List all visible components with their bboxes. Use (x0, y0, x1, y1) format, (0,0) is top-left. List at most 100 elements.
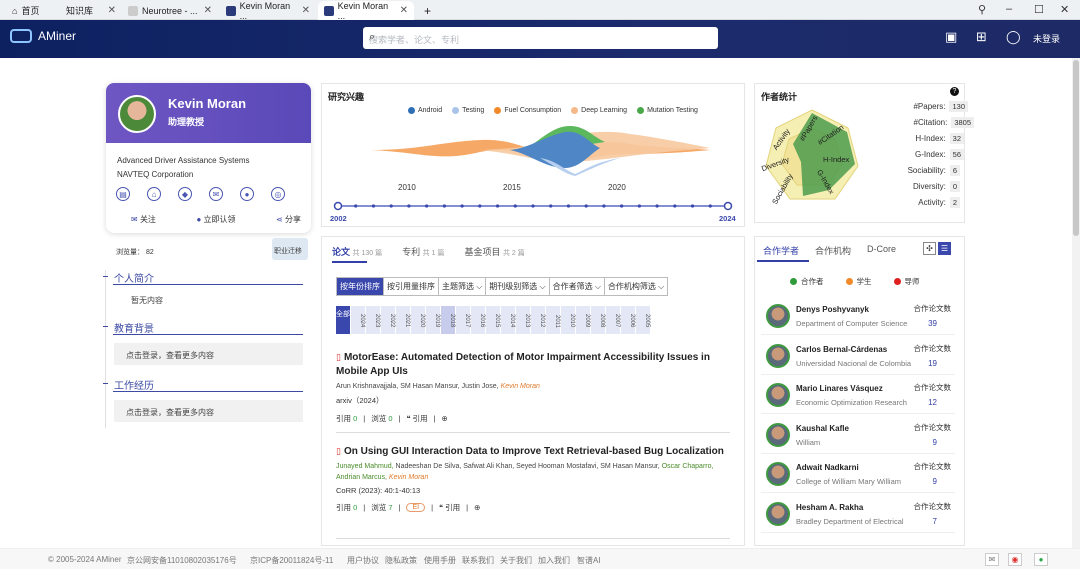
footer-link[interactable]: 使用手册 (424, 555, 456, 566)
tab-coauthors[interactable]: 合作学者 (763, 244, 799, 257)
help-icon[interactable]: ? (950, 87, 959, 96)
sort-by-year[interactable]: 按年份排序 (337, 278, 384, 295)
cite-button[interactable]: ❝ 引用 (406, 413, 427, 424)
filter-topic[interactable]: 主题筛选 ⌵ (439, 278, 487, 295)
weibo-icon[interactable]: ◉ (1008, 553, 1022, 566)
pdf-icon[interactable]: ▯ (336, 446, 341, 456)
legend-fuel[interactable]: Fuel Consumption (494, 107, 561, 114)
year-chip[interactable]: 2006 (621, 306, 635, 334)
year-chip[interactable]: 2007 (606, 306, 620, 334)
work-login-prompt[interactable]: 点击登录，查看更多内容 (114, 400, 303, 422)
year-chip[interactable]: 2019 (426, 306, 440, 334)
footer-link[interactable]: 隐私政策 (385, 555, 417, 566)
follow-button[interactable]: ✉ 关注 (131, 214, 156, 225)
footer-link[interactable]: 智谱AI (577, 555, 601, 566)
year-chip[interactable]: 2018 (441, 306, 455, 334)
tab-grants[interactable]: 基金项目 共 2 篇 (464, 245, 524, 258)
education-icon[interactable]: ◆ (178, 187, 192, 201)
legend-mutation[interactable]: Mutation Testing (637, 107, 698, 114)
year-chip[interactable]: 2010 (561, 306, 575, 334)
coauthored-count[interactable]: 12 (928, 398, 937, 407)
year-chip[interactable]: 2015 (486, 306, 500, 334)
tab-kevin-active[interactable]: Kevin Moran ... ✕ (318, 1, 414, 21)
footer-link[interactable]: 加入我们 (538, 555, 570, 566)
avatar[interactable] (766, 383, 790, 407)
close-icon[interactable]: ✕ (302, 5, 310, 16)
graph-view-icon[interactable]: ✣ (923, 242, 936, 255)
year-all[interactable]: 全部 (336, 306, 350, 334)
avatar[interactable] (766, 343, 790, 368)
collaborator-name[interactable]: Kaushal Kafle (796, 424, 849, 433)
contact-card-icon[interactable]: ▤ (116, 187, 130, 201)
close-icon[interactable]: ✕ (400, 5, 408, 16)
collaborator-name[interactable]: Adwait Nadkarni (796, 463, 859, 472)
coauthored-count[interactable]: 39 (928, 319, 937, 328)
year-chip[interactable]: 2005 (636, 306, 650, 334)
year-chip[interactable]: 2014 (501, 306, 515, 334)
coauthored-count[interactable]: 9 (933, 438, 937, 447)
collaborator-name[interactable]: Hesham A. Rakha (796, 503, 863, 512)
pin-icon[interactable]: ⚲ (978, 3, 986, 16)
tab-knowledge[interactable]: 知识库 ✕ (60, 1, 122, 20)
homepage-icon[interactable]: ⌂ (147, 187, 161, 201)
year-chip[interactable]: 2024 (351, 306, 365, 334)
year-chip[interactable]: 2016 (471, 306, 485, 334)
pdf-icon[interactable]: ▯ (336, 352, 341, 362)
cite-button[interactable]: ❝ 引用 (439, 502, 460, 513)
collaborator-row[interactable]: Kaushal Kafle William 合作论文数 9 (761, 416, 955, 454)
tab-patents[interactable]: 专利 共 1 篇 (402, 245, 444, 258)
close-icon[interactable]: ✕ (204, 5, 212, 16)
search-icon[interactable]: ⌕ (369, 31, 710, 44)
year-chip[interactable]: 2012 (531, 306, 545, 334)
year-chip[interactable]: 2009 (576, 306, 590, 334)
collaborator-row[interactable]: Adwait Nadkarni College of William Mary W… (761, 455, 955, 493)
collaborator-row[interactable]: Carlos Bernal-Cárdenas Universidad Nacion… (761, 337, 955, 375)
contacts-icon[interactable]: ▣ (945, 29, 957, 45)
avatar[interactable] (766, 422, 790, 447)
legend-deep-learning[interactable]: Deep Learning (571, 107, 627, 114)
sort-by-citation[interactable]: 按引用量排序 (384, 278, 439, 295)
beian[interactable]: 京公网安备11010802035176号 (127, 555, 237, 566)
filter-coauthor[interactable]: 合作者筛选 ⌵ (550, 278, 605, 295)
scrollbar-thumb[interactable] (1073, 60, 1079, 236)
icp[interactable]: 京ICP备20011824号-11 (250, 555, 333, 566)
avatar[interactable] (766, 462, 790, 486)
section-intro[interactable]: 个人简介 (114, 270, 154, 285)
collaborator-row[interactable]: Mario Linares Vásquez Economic Optimizati… (761, 376, 955, 414)
footer-link[interactable]: 用户协议 (347, 555, 379, 566)
collaborator-row[interactable]: Denys Poshyvanyk Department of Computer S… (761, 297, 955, 335)
filter-venue-level[interactable]: 期刊级别筛选 ⌵ (486, 278, 550, 295)
coauthored-count[interactable]: 7 (933, 517, 937, 526)
paper-title[interactable]: ▯ On Using GUI Interaction Data to Improv… (336, 444, 730, 459)
paper-title[interactable]: ▯ MotorEase: Automated Detection of Motor… (336, 350, 730, 379)
timeline-end-handle[interactable] (723, 201, 733, 211)
career-trail-button[interactable]: 职业迁移 (272, 238, 308, 260)
home-tab[interactable]: ⌂ 首页 (12, 4, 39, 17)
apps-grid-icon[interactable]: ⊞ (976, 29, 987, 45)
year-chip[interactable]: 2013 (516, 306, 530, 334)
coauthored-count[interactable]: 9 (933, 477, 937, 486)
year-chip[interactable]: 2011 (546, 306, 560, 334)
tab-kevin-1[interactable]: Kevin Moran ... ✕ (220, 1, 316, 21)
user-icon[interactable]: ◯ (1006, 29, 1021, 45)
globe-icon[interactable]: ⊕ (442, 414, 448, 423)
legend-testing[interactable]: Testing (452, 107, 484, 114)
tab-neurotree[interactable]: Neurotree - ... ✕ (122, 1, 218, 20)
year-chip[interactable]: 2020 (411, 306, 425, 334)
coauthored-count[interactable]: 19 (928, 359, 937, 368)
collaborator-name[interactable]: Denys Poshyvanyk (796, 305, 869, 314)
tab-papers[interactable]: 论文 共 130 篇 (332, 245, 382, 258)
year-chip[interactable]: 2017 (456, 306, 470, 334)
collaborator-name[interactable]: Carlos Bernal-Cárdenas (796, 345, 887, 354)
mail-icon[interactable]: ✉ (985, 553, 999, 566)
education-login-prompt[interactable]: 点击登录，查看更多内容 (114, 343, 303, 365)
tab-dcore[interactable]: D-Core (867, 244, 896, 257)
year-chip[interactable]: 2023 (366, 306, 380, 334)
timeline-start-handle[interactable] (333, 201, 343, 211)
location-icon[interactable]: ● (240, 187, 254, 201)
search-input[interactable]: 搜索学者、论文、专利 ⌕ (363, 27, 718, 49)
share-button[interactable]: ⋖ 分享 (276, 214, 301, 225)
wechat-icon[interactable]: ● (1034, 553, 1048, 566)
avatar[interactable] (766, 501, 790, 526)
new-tab-button[interactable]: + (418, 1, 437, 20)
